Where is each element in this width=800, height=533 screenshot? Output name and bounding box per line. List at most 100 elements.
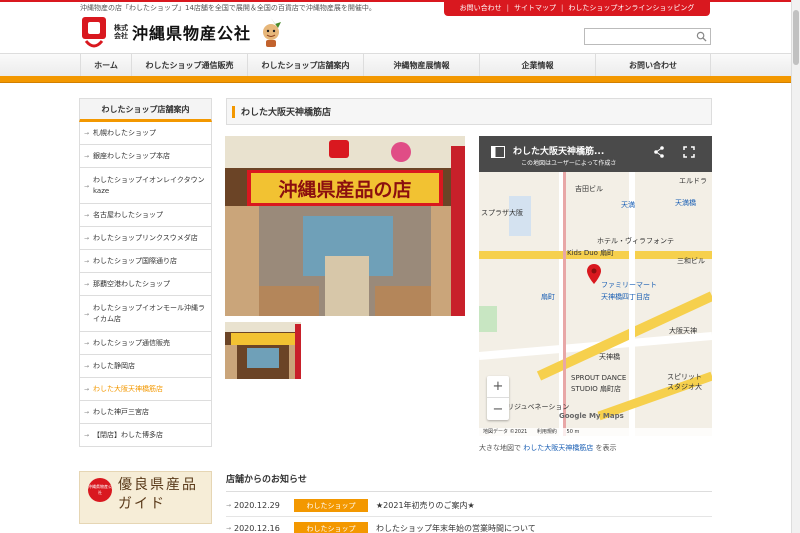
store-sign-text: 沖縄県産品の店 <box>278 178 411 201</box>
share-icon[interactable] <box>653 146 665 158</box>
map-label-tenma: 天満 <box>621 201 635 209</box>
search-input[interactable] <box>585 34 710 49</box>
scrollbar-thumb[interactable] <box>793 10 799 65</box>
google-my-map[interactable]: わした大阪天神橋筋... この地図はユーザーによって作成さ エルドラ 吉田ビル … <box>479 136 712 436</box>
map-attribution: 地図データ ©2021 利用規約 50 m <box>479 428 712 436</box>
banner-seal: 沖縄県物産公社 <box>88 478 112 502</box>
page-title: わした大阪天神橋筋店 <box>226 98 712 125</box>
map-label-eldora: エルドラ <box>679 177 707 185</box>
news-item[interactable]: 2020.12.29 わしたショップ ★2021年初売りのご案内★ <box>226 495 712 517</box>
logo-mark-icon <box>82 17 106 48</box>
sidebar-item-label: わした静岡店 <box>93 361 135 370</box>
sidebar-item-label: わしたショップイオンモール沖縄ライカム店 <box>93 303 205 323</box>
map-label-tenmabashi: 天満橋 <box>675 199 696 207</box>
search-icon[interactable] <box>696 31 707 42</box>
sidebar-item-store[interactable]: わしたショップ通信販売 <box>80 332 211 355</box>
map-subtitle: この地図はユーザーによって作成さ <box>521 160 617 167</box>
search-box[interactable] <box>584 28 711 49</box>
map-caption-prefix: 大きな地図で <box>479 444 521 452</box>
sidebar-item-label: 札幌わしたショップ <box>93 128 156 137</box>
map-label-hotel: ホテル・ヴィラフォンテ <box>597 237 674 245</box>
nav-store-guide[interactable]: わしたショップ店舗案内 <box>248 54 364 77</box>
zoom-in-button[interactable]: + <box>487 376 509 398</box>
top-link-online-shop[interactable]: わしたショップオンラインショッピング <box>568 3 694 13</box>
prefecture-products-guide-banner[interactable]: 沖縄県物産公社 優良県産品ガイド <box>79 471 212 524</box>
sidebar-item-store[interactable]: わしたショップリンクスウメダ店 <box>80 227 211 250</box>
sidebar-item-store[interactable]: 那覇空港わしたショップ <box>80 273 211 296</box>
map-label-familymart: ファミリーマート <box>601 281 657 289</box>
orange-divider <box>0 76 800 83</box>
top-link-contact[interactable]: お問い合わせ <box>460 3 502 13</box>
nav-fair-info[interactable]: 沖縄物産展情報 <box>364 54 480 77</box>
sidebar-item-store[interactable]: わした神戸三宮店 <box>80 401 211 424</box>
sidebar-item-label: わしたショップイオンレイクタウンkaze <box>93 175 205 195</box>
store-photo-main: 沖縄県産品の店 <box>225 136 465 316</box>
zoom-out-button[interactable]: − <box>487 398 509 420</box>
map-terms-link[interactable]: 利用規約 <box>537 429 557 435</box>
map-label-tenjinbashi: 天神橋 <box>599 353 620 361</box>
nav-home[interactable]: ホーム <box>80 54 132 77</box>
mascot-icon <box>263 18 282 47</box>
main-nav: ホーム わしたショップ通信販売 わしたショップ店舗案内 沖縄物産展情報 企業情報… <box>0 53 800 77</box>
site-tagline: 沖縄物産の店「わしたショップ」14店舗を全国で展開＆全国の百貨店で沖縄物産展を開… <box>80 4 376 12</box>
sidebar-store-list: 札幌わしたショップ銀座わしたショップ本店わしたショップイオンレイクタウンkaze… <box>79 122 212 447</box>
sidebar-item-store[interactable]: わしたショップイオンレイクタウンkaze <box>80 168 211 204</box>
map-label-familymart-branch: 天神橋四丁目店 <box>601 293 650 301</box>
sidebar-item-store[interactable]: 【閉店】わした博多店 <box>80 424 211 447</box>
location-pin-icon[interactable] <box>587 264 601 284</box>
sidebar-item-store[interactable]: 名古屋わしたショップ <box>80 204 211 227</box>
nav-contact[interactable]: お問い合わせ <box>596 54 711 77</box>
map-caption: 大きな地図で わした大阪天神橋筋店 を表示 <box>479 443 616 453</box>
map-title: わした大阪天神橋筋... <box>513 147 605 157</box>
sidebar-item-store[interactable]: わしたショップ国際通り店 <box>80 250 211 273</box>
map-label-yoshida-bldg: 吉田ビル <box>575 185 603 193</box>
nav-company-info[interactable]: 企業情報 <box>480 54 596 77</box>
map-scale: 50 m <box>566 429 580 435</box>
banner-text: 優良県産品ガイド <box>118 477 198 512</box>
map-sidebar-icon[interactable] <box>491 146 505 158</box>
page-scrollbar[interactable] <box>791 0 800 533</box>
map-label-sanwa-bldg: 三和ビル <box>677 257 705 265</box>
sidebar-item-store[interactable]: わしたショップイオンモール沖縄ライカム店 <box>80 296 211 332</box>
nav-mail-order[interactable]: わしたショップ通信販売 <box>132 54 248 77</box>
larger-map-link[interactable]: わした大阪天神橋筋店 <box>523 444 593 452</box>
sidebar-item-label: 名古屋わしたショップ <box>93 210 163 219</box>
sidebar-item-label: 銀座わしたショップ本店 <box>93 151 170 160</box>
news-date: 2020.12.29 <box>226 501 294 510</box>
sidebar-item-label: わしたショップ通信販売 <box>93 338 170 347</box>
map-label-sprout-studio: STUDIO 扇町店 <box>571 385 622 393</box>
site-logo[interactable]: 株式会社 沖縄県物産公社 <box>80 14 295 50</box>
top-link-sitemap[interactable]: サイトマップ <box>514 3 556 13</box>
sidebar-item-label: わした大阪天神橋筋店 <box>93 384 163 393</box>
sidebar-item-label: 那覇空港わしたショップ <box>93 279 170 288</box>
map-google-logo: Google My Maps <box>559 412 624 420</box>
map-zoom-controls: + − <box>487 376 509 420</box>
map-label-osaka-tenjin: 大阪天神 <box>669 327 697 335</box>
map-caption-suffix: を表示 <box>595 444 617 452</box>
sidebar-item-store[interactable]: わした静岡店 <box>80 355 211 378</box>
sidebar-item-store[interactable]: 札幌わしたショップ <box>80 122 211 145</box>
news-category-badge[interactable]: わしたショップ <box>294 522 368 533</box>
news-title[interactable]: わしたショップ年末年始の営業時間について <box>376 523 536 533</box>
news-item[interactable]: 2020.12.16 わしたショップ わしたショップ年末年始の営業時間について <box>226 518 712 533</box>
sidebar: わしたショップ店舗案内 札幌わしたショップ銀座わしたショップ本店わしたショップイ… <box>79 98 212 447</box>
top-utility-nav: お問い合わせ | サイトマップ | わしたショップオンラインショッピング <box>444 0 710 16</box>
map-label-ogimachi: 扇町 <box>541 293 555 301</box>
store-photo-thumbnail[interactable] <box>225 322 301 379</box>
news-category-badge[interactable]: わしたショップ <box>294 499 368 512</box>
news-title[interactable]: ★2021年初売りのご案内★ <box>376 500 475 511</box>
map-data-credit: 地図データ ©2021 <box>483 429 528 435</box>
map-label-kids-duo: Kids Duo 扇町 <box>567 249 615 257</box>
sidebar-item-store[interactable]: 銀座わしたショップ本店 <box>80 145 211 168</box>
news-heading: 店舗からのお知らせ <box>226 472 712 492</box>
sidebar-item-label: わした神戸三宮店 <box>93 407 149 416</box>
sidebar-item-label: わしたショップ国際通り店 <box>93 256 177 265</box>
logo-company-name: 沖縄県物産公社 <box>132 24 252 43</box>
map-label-studio-dai: スタジオ大 <box>667 383 702 391</box>
map-label-splaza: スプラザ大阪 <box>481 209 523 217</box>
sidebar-item-store[interactable]: わした大阪天神橋筋店 <box>80 378 211 401</box>
sidebar-item-label: 【閉店】わした博多店 <box>93 430 163 439</box>
news-date: 2020.12.16 <box>226 524 294 533</box>
map-header: わした大阪天神橋筋... この地図はユーザーによって作成さ <box>479 136 712 172</box>
fullscreen-icon[interactable] <box>683 146 695 158</box>
